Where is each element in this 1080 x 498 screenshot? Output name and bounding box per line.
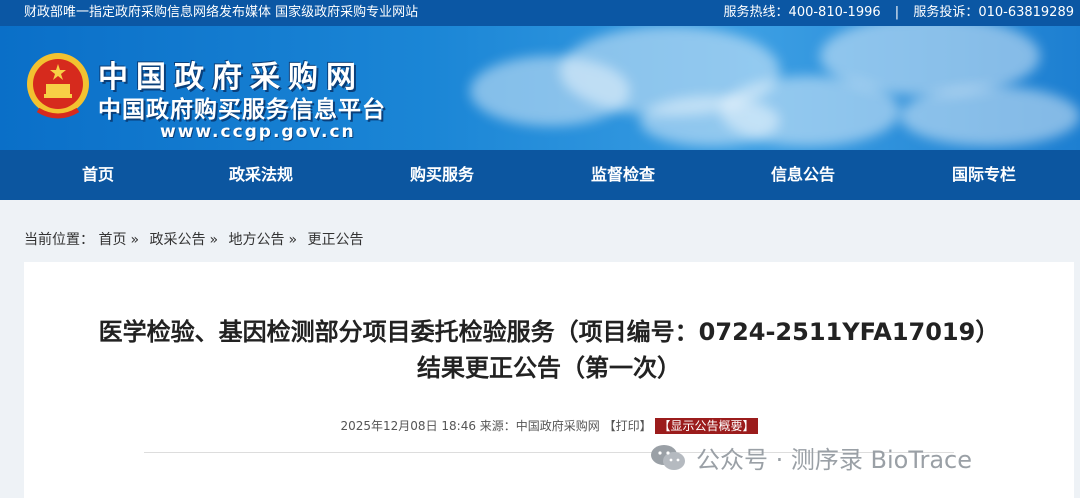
site-banner: 中国政府采购网 中国政府购买服务信息平台 www.ccgp.gov.cn bbox=[0, 26, 1080, 150]
wechat-watermark: 公众号 · 测序录 BioTrace bbox=[650, 440, 972, 475]
nav-item-supervision[interactable]: 监督检查 bbox=[563, 150, 683, 200]
breadcrumb-procurement-notices[interactable]: 政采公告 bbox=[149, 232, 205, 248]
breadcrumb-arrow: » bbox=[288, 232, 298, 248]
hotline-text: 服务热线：400-810-1996 bbox=[723, 5, 881, 20]
site-slogan: 财政部唯一指定政府采购信息网络发布媒体 国家级政府采购专业网站 bbox=[24, 5, 419, 20]
breadcrumb-home[interactable]: 首页 bbox=[98, 232, 126, 248]
article-title-line1: 医学检验、基因检测部分项目委托检验服务（项目编号：0724-2511YFA170… bbox=[98, 318, 1000, 346]
contact-separator: | bbox=[894, 5, 900, 20]
site-logo-subtitle: 中国政府购买服务信息平台 bbox=[98, 97, 386, 123]
complaint-text: 服务投诉：010-63819289 bbox=[913, 5, 1074, 20]
breadcrumb-arrow: » bbox=[209, 232, 219, 248]
breadcrumb-arrow: » bbox=[130, 232, 140, 248]
watermark-text: 公众号 · 测序录 BioTrace bbox=[696, 446, 972, 474]
nav-item-announcements[interactable]: 信息公告 bbox=[743, 150, 863, 200]
breadcrumb-prefix: 当前位置： bbox=[24, 232, 94, 248]
article-title-line2: 结果更正公告（第一次） bbox=[417, 354, 681, 382]
breadcrumb: 当前位置： 首页» 政采公告» 地方公告» 更正公告 bbox=[24, 229, 364, 249]
nav-item-home[interactable]: 首页 bbox=[38, 150, 158, 200]
nav-item-purchase-services[interactable]: 购买服务 bbox=[382, 150, 502, 200]
main-nav: 首页 政采法规 购买服务 监督检查 信息公告 国际专栏 bbox=[0, 150, 1080, 200]
nav-item-regulations[interactable]: 政采法规 bbox=[201, 150, 321, 200]
site-logo-url: www.ccgp.gov.cn bbox=[160, 122, 356, 142]
publish-date: 2025年12月08日 18:46 bbox=[340, 419, 476, 433]
national-emblem-icon bbox=[27, 53, 89, 119]
breadcrumb-local-notices[interactable]: 地方公告 bbox=[229, 232, 285, 248]
article-title: 医学检验、基因检测部分项目委托检验服务（项目编号：0724-2511YFA170… bbox=[24, 314, 1074, 386]
article-meta: 2025年12月08日 18:46 来源：中国政府采购网 【打印】 【显示公告概… bbox=[24, 417, 1074, 434]
article-source: 来源：中国政府采购网 bbox=[479, 419, 600, 433]
wechat-icon bbox=[651, 444, 685, 470]
breadcrumb-correction-notices[interactable]: 更正公告 bbox=[308, 232, 364, 248]
service-contacts: 服务热线：400-810-1996 | 服务投诉：010-63819289 bbox=[724, 0, 1074, 26]
print-link[interactable]: 【打印】 bbox=[604, 419, 652, 433]
show-summary-button[interactable]: 【显示公告概要】 bbox=[655, 418, 758, 434]
top-info-bar: 财政部唯一指定政府采购信息网络发布媒体 国家级政府采购专业网站 服务热线：400… bbox=[0, 0, 1080, 26]
nav-item-international[interactable]: 国际专栏 bbox=[924, 150, 1044, 200]
